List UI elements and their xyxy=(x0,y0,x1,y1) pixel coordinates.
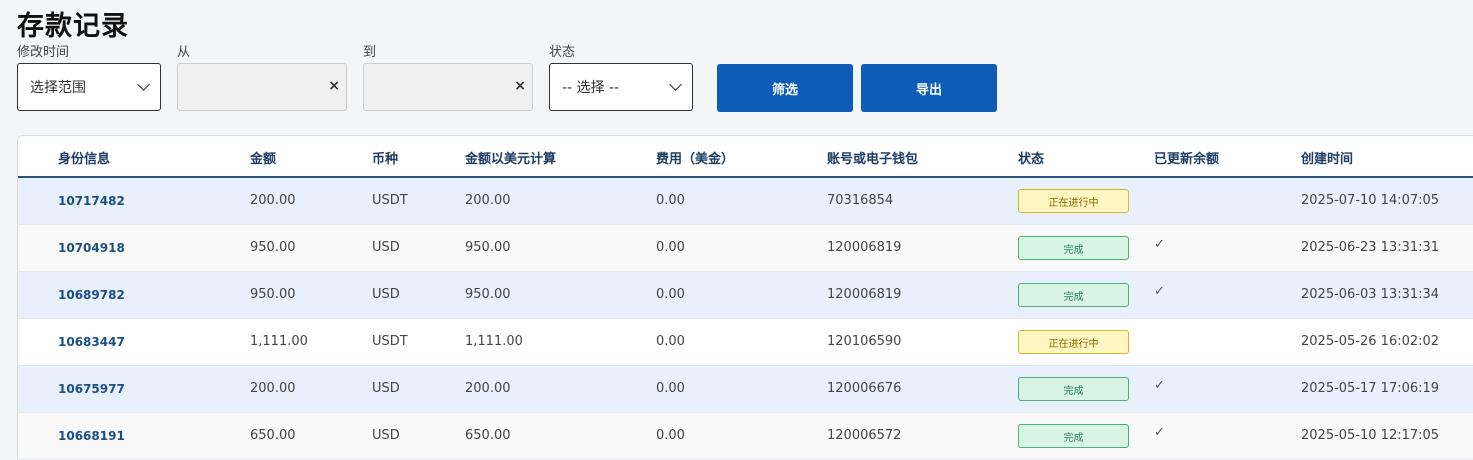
check-icon: ✓ xyxy=(1154,237,1165,252)
row-created: 2025-05-10 12:17:05 xyxy=(1301,428,1440,443)
row-id[interactable]: 10683447 xyxy=(58,335,125,349)
row-fee: 0.00 xyxy=(656,381,685,396)
to-date-field[interactable]: × xyxy=(363,63,533,111)
from-date-input[interactable] xyxy=(178,64,346,110)
row-currency: USD xyxy=(372,287,400,302)
row-created: 2025-06-03 13:31:34 xyxy=(1301,287,1440,302)
row-usd: 200.00 xyxy=(465,193,511,208)
check-icon: ✓ xyxy=(1154,284,1165,299)
header-balance-updated[interactable]: 已更新余额 xyxy=(1154,148,1219,167)
check-icon: ✓ xyxy=(1154,378,1165,393)
table-row[interactable]: 10683447 1,111.00 USDT 1,111.00 0.00 120… xyxy=(18,319,1473,366)
clear-from-icon[interactable]: × xyxy=(328,78,340,94)
status-filter-label: 状态 xyxy=(549,45,576,60)
row-fee: 0.00 xyxy=(656,240,685,255)
header-fee[interactable]: 费用（美金） xyxy=(656,148,734,167)
row-created: 2025-06-23 13:31:31 xyxy=(1301,240,1440,255)
time-range-value: 选择范围 xyxy=(30,80,86,96)
row-amount: 200.00 xyxy=(250,193,296,208)
clear-to-icon[interactable]: × xyxy=(514,78,526,94)
row-currency: USDT xyxy=(372,334,408,349)
row-created: 2025-05-17 17:06:19 xyxy=(1301,381,1440,396)
table-header: 身份信息 金额 币种 金额以美元计算 费用（美金） 账号或电子钱包 状态 已更新… xyxy=(18,136,1473,178)
row-id[interactable]: 10717482 xyxy=(58,194,125,208)
table-row[interactable]: 10675977 200.00 USD 200.00 0.00 12000667… xyxy=(18,366,1473,413)
header-currency[interactable]: 币种 xyxy=(372,148,398,167)
header-account[interactable]: 账号或电子钱包 xyxy=(827,148,918,167)
status-select[interactable]: -- 选择 -- xyxy=(549,63,693,111)
row-currency: USD xyxy=(372,428,400,443)
status-badge: 正在进行中 xyxy=(1018,330,1129,354)
status-badge: 完成 xyxy=(1018,236,1129,260)
table-row[interactable]: 10717482 200.00 USDT 200.00 0.00 7031685… xyxy=(18,178,1473,225)
row-usd: 1,111.00 xyxy=(465,334,523,349)
header-amount[interactable]: 金额 xyxy=(250,148,276,167)
chevron-down-icon xyxy=(669,78,682,91)
row-amount: 650.00 xyxy=(250,428,296,443)
row-fee: 0.00 xyxy=(656,428,685,443)
from-date-label: 从 xyxy=(177,45,191,60)
header-status[interactable]: 状态 xyxy=(1018,148,1044,167)
status-badge: 完成 xyxy=(1018,377,1129,401)
row-id[interactable]: 10675977 xyxy=(58,382,125,396)
header-created-time[interactable]: 创建时间 xyxy=(1301,148,1353,167)
to-date-input[interactable] xyxy=(364,64,532,110)
row-fee: 0.00 xyxy=(656,193,685,208)
row-amount: 950.00 xyxy=(250,287,296,302)
export-button[interactable]: 导出 xyxy=(861,64,997,112)
row-account: 120006819 xyxy=(827,287,902,302)
row-fee: 0.00 xyxy=(656,334,685,349)
row-usd: 650.00 xyxy=(465,428,511,443)
to-date-label: 到 xyxy=(363,45,377,60)
row-account: 120106590 xyxy=(827,334,902,349)
header-usd-amount[interactable]: 金额以美元计算 xyxy=(465,148,556,167)
row-amount: 1,111.00 xyxy=(250,334,308,349)
row-usd: 200.00 xyxy=(465,381,511,396)
row-created: 2025-05-26 16:02:02 xyxy=(1301,334,1440,349)
row-currency: USD xyxy=(372,240,400,255)
row-currency: USDT xyxy=(372,193,408,208)
row-account: 120006676 xyxy=(827,381,902,396)
header-id[interactable]: 身份信息 xyxy=(58,148,110,167)
row-id[interactable]: 10704918 xyxy=(58,241,125,255)
row-account: 70316854 xyxy=(827,193,894,208)
table-row[interactable]: 10689782 950.00 USD 950.00 0.00 12000681… xyxy=(18,272,1473,319)
status-select-value: -- 选择 -- xyxy=(562,80,620,96)
table-row[interactable]: 10704918 950.00 USD 950.00 0.00 12000681… xyxy=(18,225,1473,272)
row-usd: 950.00 xyxy=(465,287,511,302)
status-badge: 完成 xyxy=(1018,424,1129,448)
time-filter-label: 修改时间 xyxy=(17,45,70,60)
deposit-table: 身份信息 金额 币种 金额以美元计算 费用（美金） 账号或电子钱包 状态 已更新… xyxy=(17,135,1473,460)
row-account: 120006819 xyxy=(827,240,902,255)
from-date-field[interactable]: × xyxy=(177,63,347,111)
chevron-down-icon xyxy=(137,78,150,91)
time-range-select[interactable]: 选择范围 xyxy=(17,63,161,111)
row-amount: 950.00 xyxy=(250,240,296,255)
row-usd: 950.00 xyxy=(465,240,511,255)
row-account: 120006572 xyxy=(827,428,902,443)
row-created: 2025-07-10 14:07:05 xyxy=(1301,193,1440,208)
row-id[interactable]: 10689782 xyxy=(58,288,125,302)
filter-button[interactable]: 筛选 xyxy=(717,64,853,112)
status-badge: 正在进行中 xyxy=(1018,189,1129,213)
row-id[interactable]: 10668191 xyxy=(58,429,125,443)
check-icon: ✓ xyxy=(1154,425,1165,440)
row-amount: 200.00 xyxy=(250,381,296,396)
page-title: 存款记录 xyxy=(17,11,129,42)
row-currency: USD xyxy=(372,381,400,396)
status-badge: 完成 xyxy=(1018,283,1129,307)
row-fee: 0.00 xyxy=(656,287,685,302)
table-row[interactable]: 10668191 650.00 USD 650.00 0.00 12000657… xyxy=(18,413,1473,460)
